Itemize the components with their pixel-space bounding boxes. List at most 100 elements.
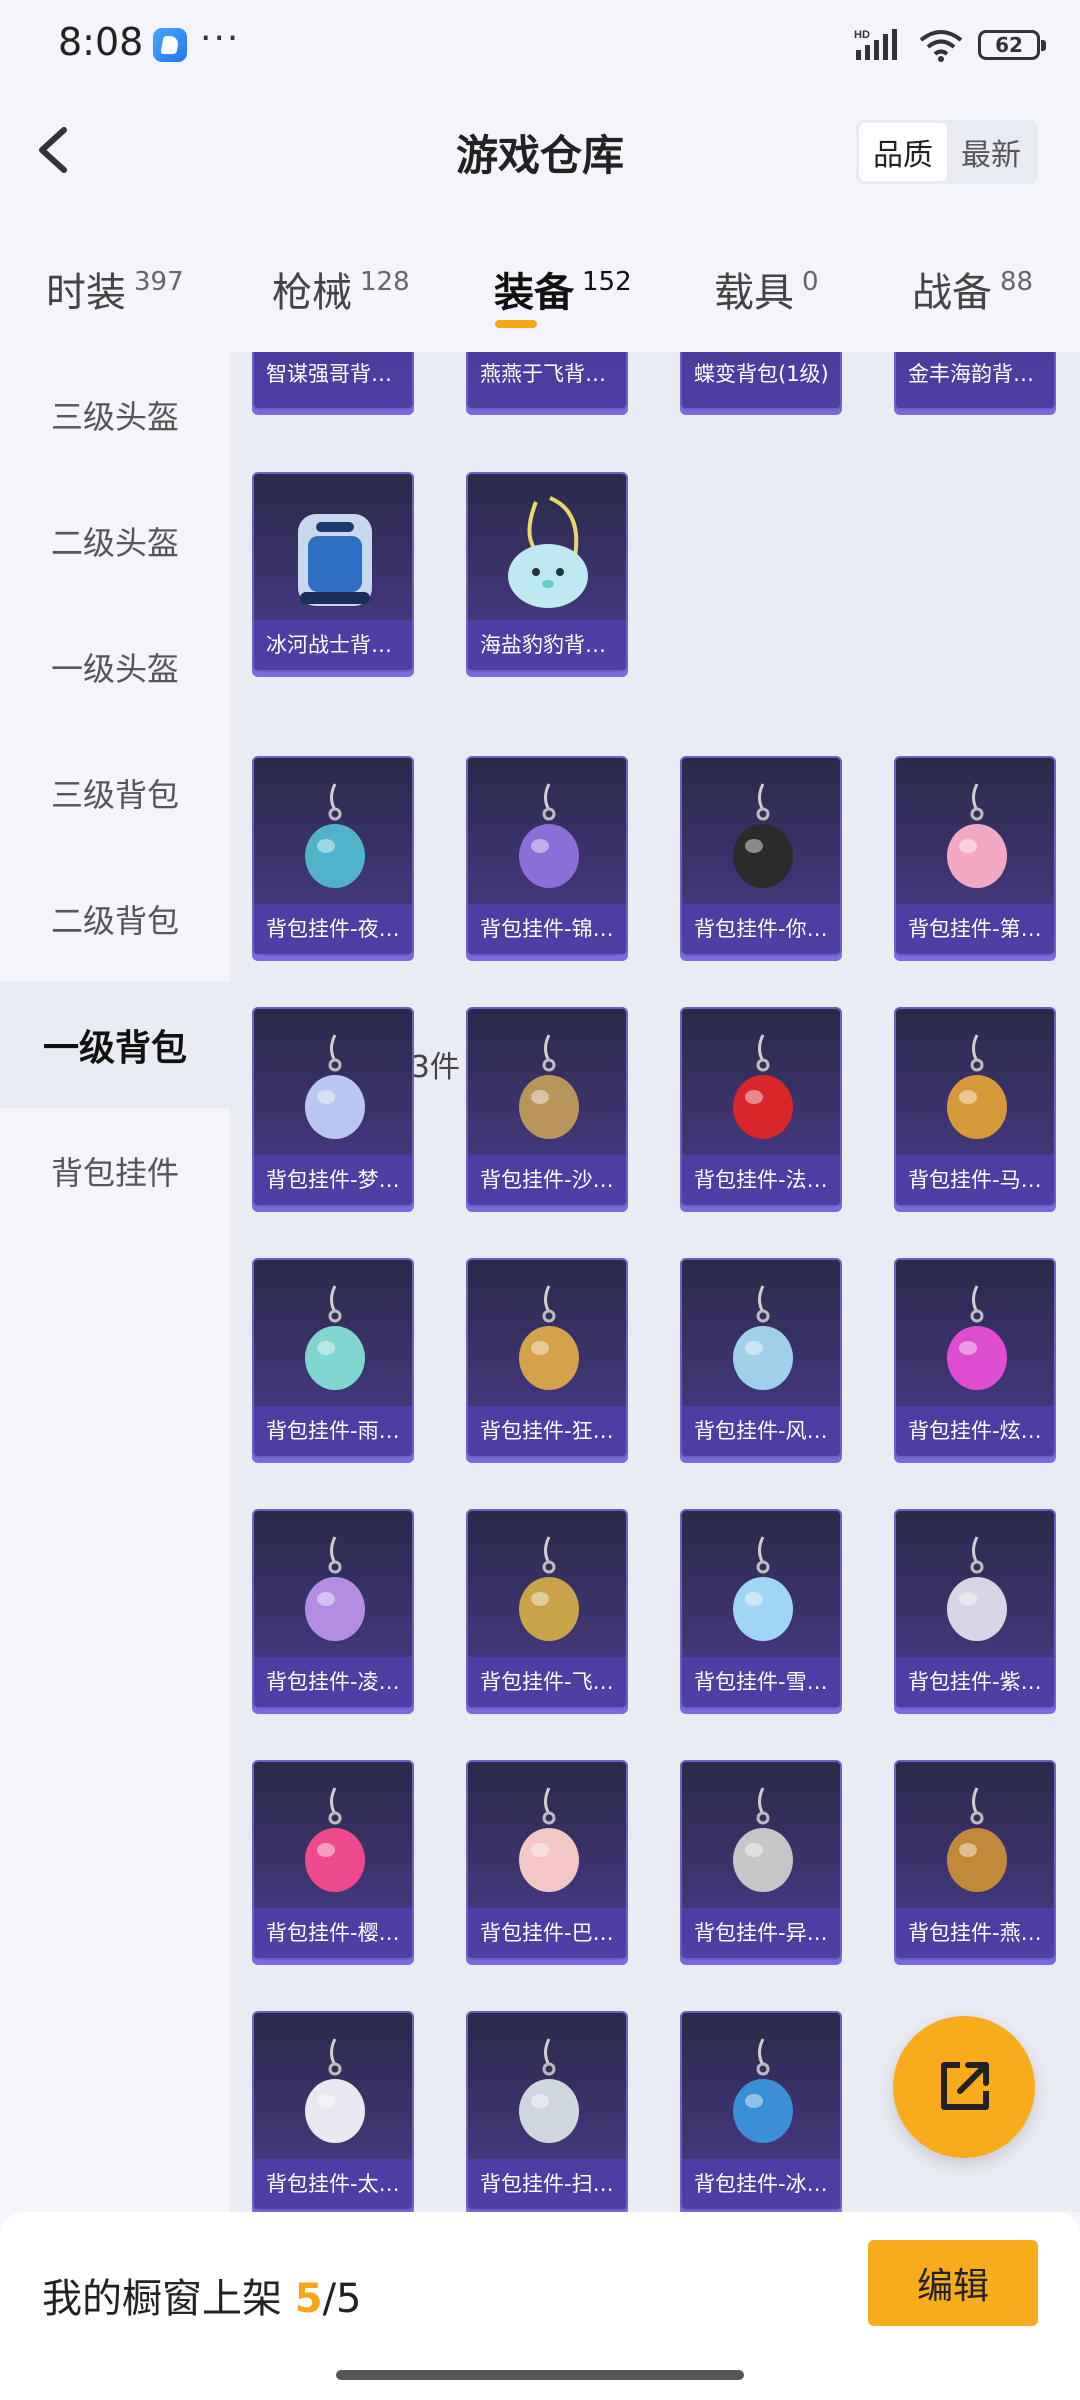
wifi-icon [919, 30, 963, 62]
charm-card[interactable]: 背包挂件-巴… [466, 1760, 628, 1960]
charm-card[interactable]: 背包挂件-异… [680, 1760, 842, 1960]
sidebar-item-backpack-1[interactable]: 一级背包 [0, 982, 230, 1108]
bow-charm-icon [733, 1536, 793, 1641]
sort-quality-button[interactable]: 品质 [859, 123, 947, 181]
tab-equipment[interactable]: 装备 152 [494, 260, 632, 318]
status-bar: 8:08 ··· HD 62 [0, 0, 1080, 90]
charm-card[interactable]: 背包挂件-第… [894, 756, 1056, 956]
tab-supplies[interactable]: 战备 88 [912, 260, 1033, 318]
item-name: 背包挂件-紫… [896, 1657, 1054, 1707]
charm-card[interactable]: 背包挂件-夜… [252, 756, 414, 956]
sidebar-item-helmet-2[interactable]: 二级头盔 [0, 478, 230, 604]
heart-charm-icon [947, 783, 1007, 888]
charm-card[interactable]: 背包挂件-雨… [252, 1258, 414, 1458]
item-name: 背包挂件-风… [682, 1406, 840, 1456]
battery-icon: 62 [978, 30, 1046, 60]
item-grid: 背包挂件: 23件 智谋强哥背…燕燕于飞背…蝶变背包(1级)金丰海韵背…冰河战士… [230, 352, 1080, 2212]
item-name: 燕燕于飞背… [468, 352, 626, 408]
backpack-icon [298, 514, 372, 606]
charm-card[interactable]: 背包挂件-马… [894, 1007, 1056, 1207]
backpack-card[interactable]: 冰河战士背… [252, 472, 414, 672]
sidebar-item-helmet-3[interactable]: 三级头盔 [0, 352, 230, 478]
sort-newest-button[interactable]: 最新 [947, 123, 1035, 181]
item-name: 背包挂件-巴… [468, 1908, 626, 1958]
candy-charm-icon [947, 1285, 1007, 1390]
charm-card[interactable]: 背包挂件-沙… [466, 1007, 628, 1207]
heart-key-charm-icon [305, 1787, 365, 1892]
backpack-card[interactable]: 金丰海韵背… [894, 352, 1056, 410]
item-name: 背包挂件-沙… [468, 1155, 626, 1205]
svg-text:HD: HD [854, 29, 870, 41]
ghost-charm-icon [519, 2038, 579, 2143]
share-button[interactable] [893, 2016, 1035, 2158]
bell-charm-icon [947, 1536, 1007, 1641]
sidebar-item-backpack-charm[interactable]: 背包挂件 [0, 1108, 230, 1234]
backpack-card[interactable]: 燕燕于飞背… [466, 352, 628, 410]
backpack-card[interactable]: 智谋强哥背… [252, 352, 414, 410]
astronaut-charm-icon [305, 2038, 365, 2143]
charm-card[interactable]: 背包挂件-樱… [252, 1760, 414, 1960]
tab-guns[interactable]: 枪械 128 [272, 260, 410, 318]
charm-card[interactable]: 背包挂件-你… [680, 756, 842, 956]
blade-charm-icon [519, 1285, 579, 1390]
item-name: 背包挂件-你… [682, 904, 840, 954]
item-name: 背包挂件-锦… [468, 904, 626, 954]
showcase-count-label: 我的橱窗上架 5/5 [42, 2276, 362, 2322]
charm-card[interactable]: 背包挂件-燕… [894, 1760, 1056, 1960]
item-name: 智谋强哥背… [254, 352, 412, 408]
wing-charm-icon [733, 1787, 793, 1892]
flower-charm-icon [305, 1536, 365, 1641]
charm-card[interactable]: 背包挂件-法… [680, 1007, 842, 1207]
status-time: 8:08 [58, 20, 144, 64]
item-name: 海盐豹豹背… [468, 620, 626, 670]
edit-button[interactable]: 编辑 [868, 2240, 1038, 2326]
category-tabs: 时装 397 枪械 128 装备 152 载具 0 战备 88 [0, 250, 1080, 350]
charm-card[interactable]: 背包挂件-扫… [466, 2011, 628, 2211]
sidebar-item-helmet-1[interactable]: 一级头盔 [0, 604, 230, 730]
box-charm-icon [733, 1285, 793, 1390]
item-name: 背包挂件-太… [254, 2159, 412, 2209]
charm-card[interactable]: 背包挂件-雪… [680, 1509, 842, 1709]
item-name: 背包挂件-飞… [468, 1657, 626, 1707]
sword-charm-icon [305, 1285, 365, 1390]
status-icons: HD 62 [854, 22, 1046, 68]
tab-vehicles[interactable]: 载具 0 [714, 260, 819, 318]
item-name: 背包挂件-第… [896, 904, 1054, 954]
item-name: 背包挂件-雨… [254, 1406, 412, 1456]
charm-card[interactable]: 背包挂件-飞… [466, 1509, 628, 1709]
charm-card[interactable]: 背包挂件-狂… [466, 1258, 628, 1458]
item-name: 背包挂件-樱… [254, 1908, 412, 1958]
seal-icon [508, 496, 588, 608]
share-icon [941, 2062, 989, 2110]
charm-card[interactable]: 背包挂件-炫… [894, 1258, 1056, 1458]
tab-fashion[interactable]: 时装 397 [46, 260, 184, 318]
robot-charm-icon [733, 2038, 793, 2143]
backpack-card[interactable]: 蝶变背包(1级) [680, 352, 842, 410]
item-name: 蝶变背包(1级) [682, 352, 840, 408]
backpack-card[interactable]: 海盐豹豹背… [466, 472, 628, 672]
sort-toggle: 品质 最新 [856, 120, 1038, 184]
app-notification-icon [153, 28, 187, 62]
penguin-charm-icon [733, 783, 793, 888]
item-name: 背包挂件-异… [682, 1908, 840, 1958]
sidebar-item-backpack-3[interactable]: 三级背包 [0, 730, 230, 856]
item-name: 金丰海韵背… [896, 352, 1054, 408]
sidebar: 三级头盔 二级头盔 一级头盔 三级背包 二级背包 一级背包 背包挂件 [0, 352, 230, 2212]
item-name: 背包挂件-梦… [254, 1155, 412, 1205]
charm-card[interactable]: 背包挂件-凌… [252, 1509, 414, 1709]
more-notifications-icon: ··· [200, 18, 241, 59]
charm-card[interactable]: 背包挂件-梦… [252, 1007, 414, 1207]
item-name: 冰河战士背… [254, 620, 412, 670]
beetle-charm-icon [305, 783, 365, 888]
charm-card[interactable]: 背包挂件-太… [252, 2011, 414, 2211]
item-name: 背包挂件-法… [682, 1155, 840, 1205]
cellular-signal-icon: HD [854, 29, 897, 60]
item-name: 背包挂件-雪… [682, 1657, 840, 1707]
charm-card[interactable]: 背包挂件-锦… [466, 756, 628, 956]
charm-card[interactable]: 背包挂件-冰… [680, 2011, 842, 2211]
charm-card[interactable]: 背包挂件-风… [680, 1258, 842, 1458]
charm-card[interactable]: 背包挂件-紫… [894, 1509, 1056, 1709]
swallow-charm-icon [947, 1787, 1007, 1892]
sidebar-item-backpack-2[interactable]: 二级背包 [0, 856, 230, 982]
item-name: 背包挂件-燕… [896, 1908, 1054, 1958]
